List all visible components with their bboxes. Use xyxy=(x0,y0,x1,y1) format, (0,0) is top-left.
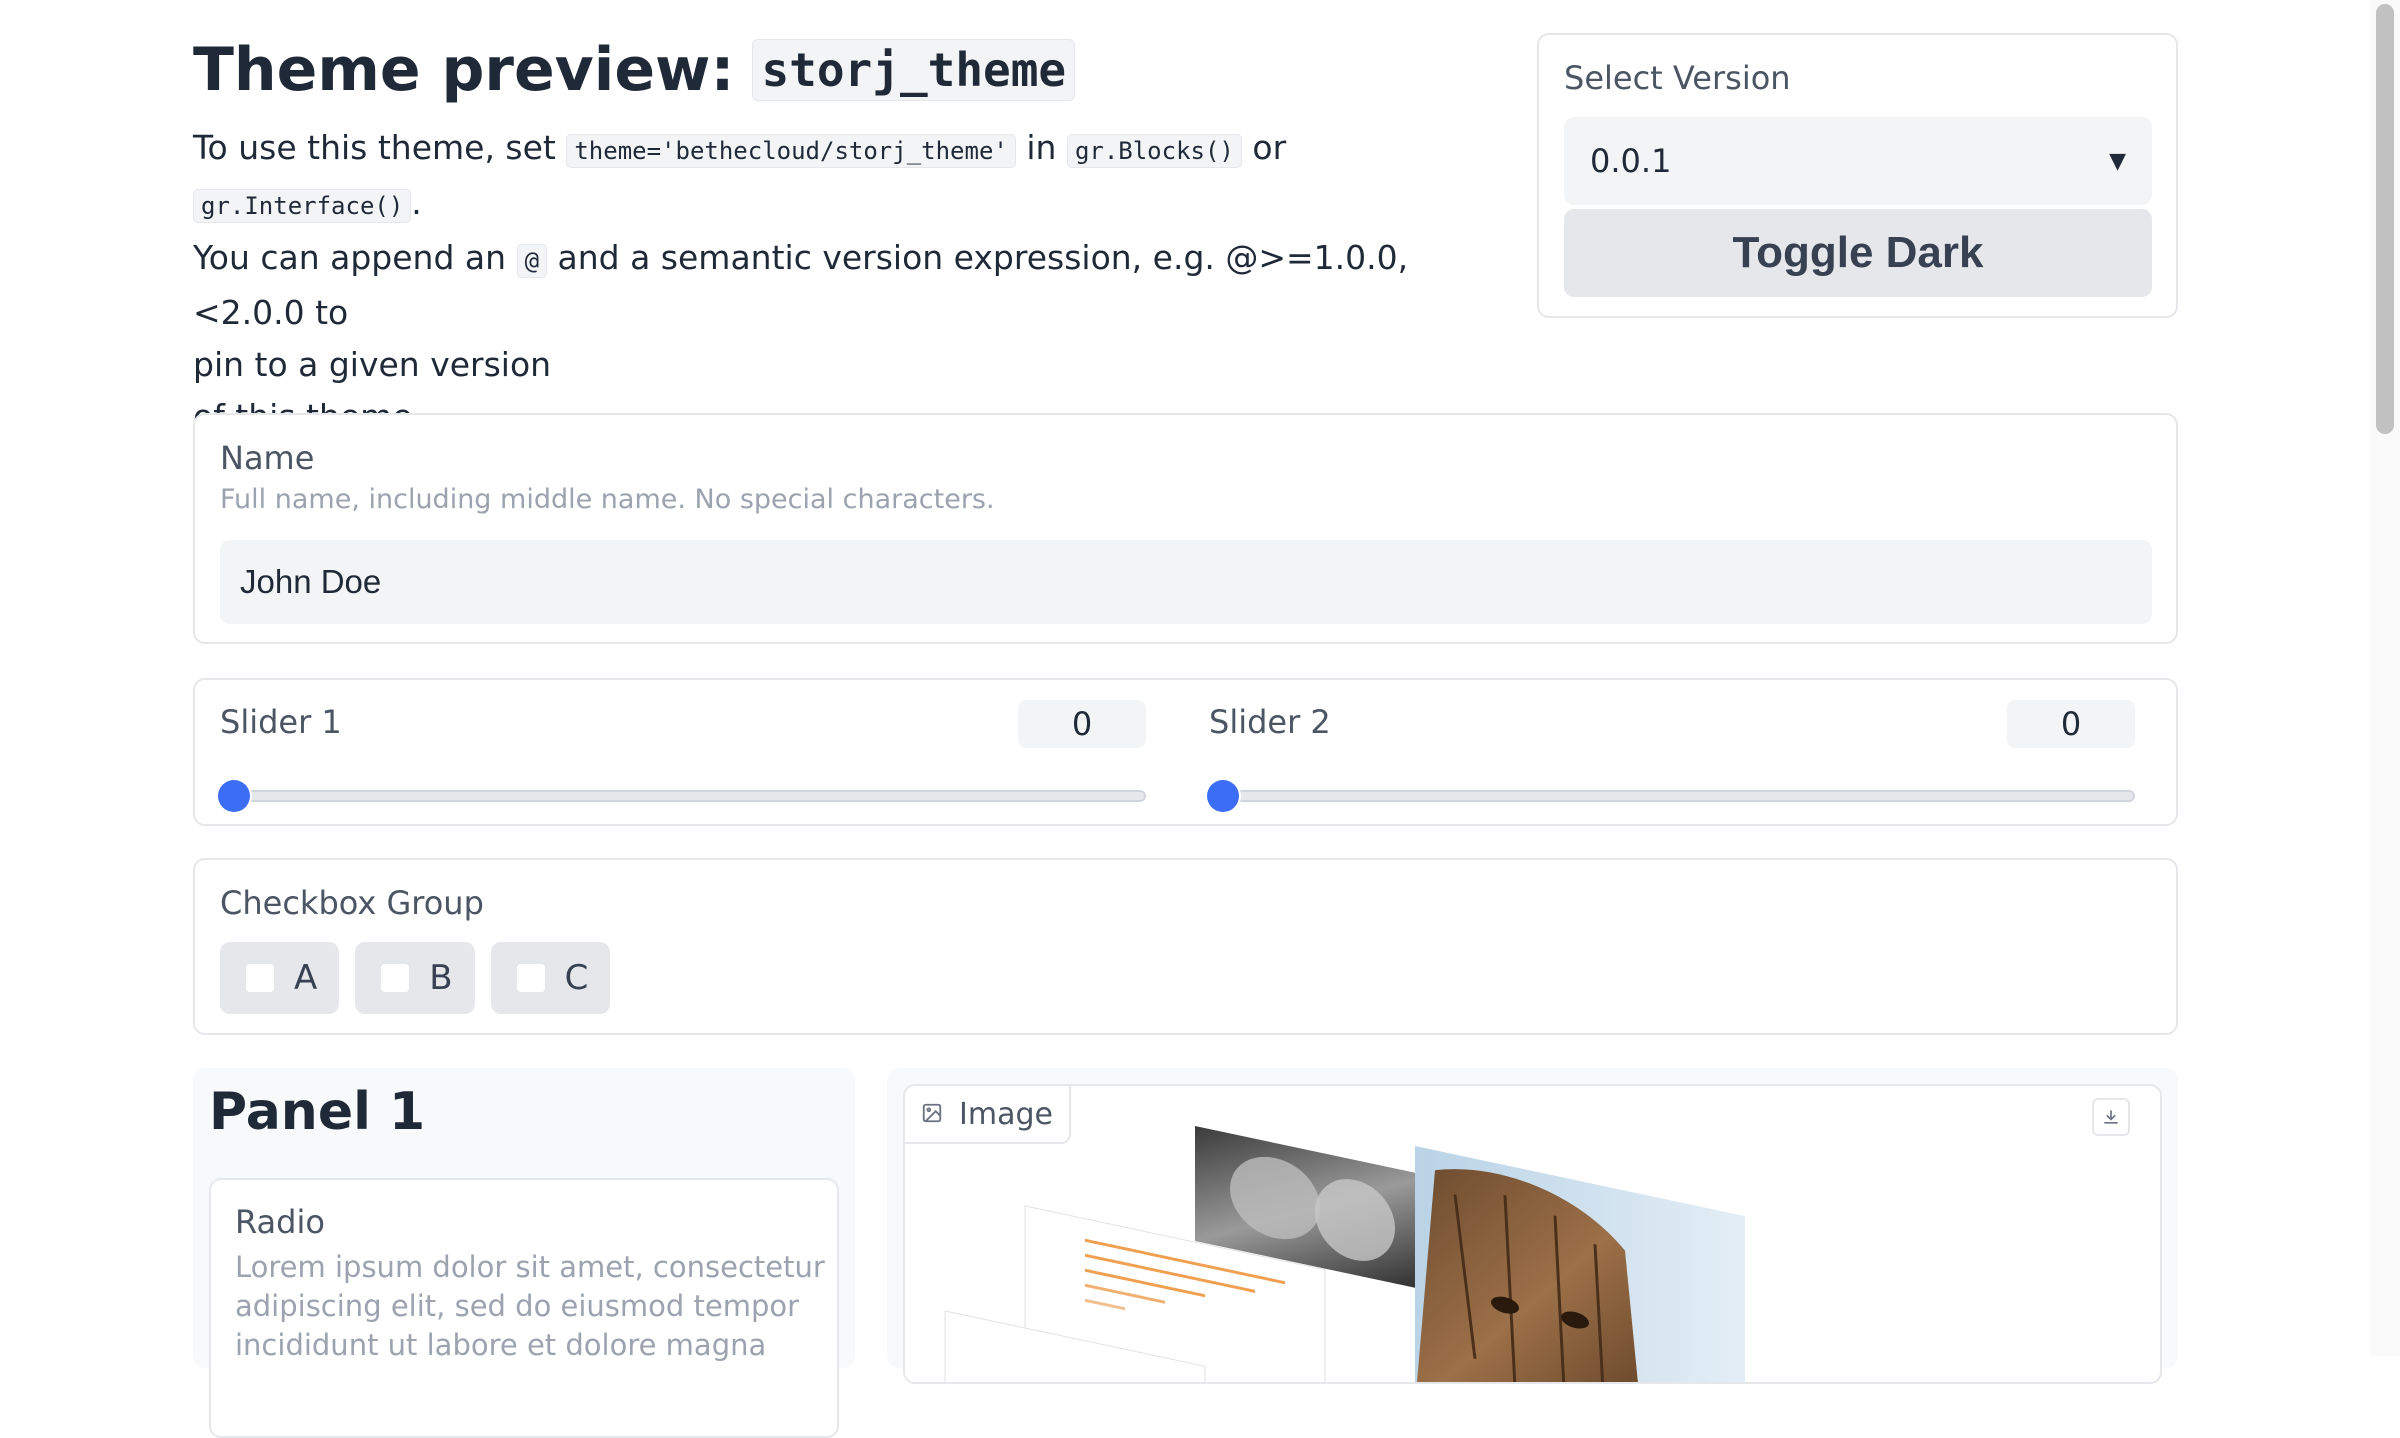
slider-2-label: Slider 2 xyxy=(1209,703,1331,741)
radio-info: Lorem ipsum dolor sit amet, consectetur … xyxy=(235,1250,825,1362)
scrollbar-thumb[interactable] xyxy=(2376,4,2394,434)
toggle-dark-button[interactable]: Toggle Dark xyxy=(1564,209,2152,297)
intro-or-text: or xyxy=(1252,128,1287,167)
panel-1: Panel 1 Radio Lorem ipsum dolor sit amet… xyxy=(193,1068,855,1438)
checkbox-c-label: C xyxy=(564,958,589,998)
title-prefix: Theme preview: xyxy=(193,35,735,105)
slider-1-thumb[interactable] xyxy=(218,780,250,812)
code-at: @ xyxy=(516,244,548,278)
checkbox-a-label: A xyxy=(294,958,318,998)
slider-1-track[interactable] xyxy=(220,790,1146,802)
preview-illustration xyxy=(944,1126,1745,1382)
select-version-label: Select Version xyxy=(1564,59,1791,97)
code-theme-setting: theme='bethecloud/storj_theme' xyxy=(566,134,1016,168)
checkbox-group-label: Checkbox Group xyxy=(220,884,484,922)
slider-2-number-input[interactable]: 0 xyxy=(2007,700,2135,748)
radio-block: Radio Lorem ipsum dolor sit amet, consec… xyxy=(209,1178,839,1438)
version-panel: Select Version 0.0.1 ▼ Toggle Dark xyxy=(1537,33,2178,318)
dropdown-caret-icon: ▼ xyxy=(2109,148,2126,174)
radio-label: Radio xyxy=(235,1203,325,1241)
checkbox-b[interactable] xyxy=(379,962,412,994)
checkbox-c[interactable] xyxy=(514,962,547,994)
checkbox-b-label: B xyxy=(429,958,453,998)
slider-1-label: Slider 1 xyxy=(220,703,342,741)
intro-in-text: in xyxy=(1026,128,1057,167)
slider-2-track[interactable] xyxy=(1209,790,2135,802)
image-panel: Image xyxy=(887,1068,2178,1384)
slider-2: Slider 2 0 xyxy=(1207,700,2135,812)
slider-2-thumb[interactable] xyxy=(1207,780,1239,812)
checkbox-option-a[interactable]: A xyxy=(220,942,340,1014)
name-field-block: Name Full name, including middle name. N… xyxy=(193,413,2178,644)
slider-1: Slider 1 0 xyxy=(218,700,1146,812)
checkbox-options: A B C xyxy=(220,942,611,1014)
name-info: Full name, including middle name. No spe… xyxy=(220,484,995,515)
intro-pin-text: pin to a given version xyxy=(193,345,552,384)
checkbox-a[interactable] xyxy=(244,962,276,994)
checkbox-option-c[interactable]: C xyxy=(490,942,611,1014)
theme-name-code: storj_theme xyxy=(752,39,1076,101)
slider-1-number-input[interactable]: 0 xyxy=(1018,700,1146,748)
checkbox-option-b[interactable]: B xyxy=(355,942,475,1014)
image-block: Image xyxy=(903,1084,2162,1384)
version-dropdown[interactable]: 0.0.1 ▼ xyxy=(1564,117,2152,205)
page-scrollbar[interactable] xyxy=(2370,0,2400,1356)
code-blocks: gr.Blocks() xyxy=(1066,134,1242,168)
checkbox-group-block: Checkbox Group A B C xyxy=(193,858,2178,1035)
code-interface: gr.Interface() xyxy=(193,189,412,223)
intro-text: To use this theme, set theme='bethecloud… xyxy=(193,122,1493,443)
panel-1-title: Panel 1 xyxy=(209,1082,426,1142)
intro-period: . xyxy=(411,183,422,222)
version-selected-value: 0.0.1 xyxy=(1590,142,1672,180)
intro-append-text: You can append an xyxy=(193,238,507,277)
page-title: Theme preview: storj_theme xyxy=(193,30,1076,110)
intro-use-text: To use this theme, set xyxy=(193,128,556,167)
sliders-block: Slider 1 0 Slider 2 0 xyxy=(193,678,2178,826)
name-input[interactable] xyxy=(220,540,2152,624)
name-label: Name xyxy=(220,439,315,477)
